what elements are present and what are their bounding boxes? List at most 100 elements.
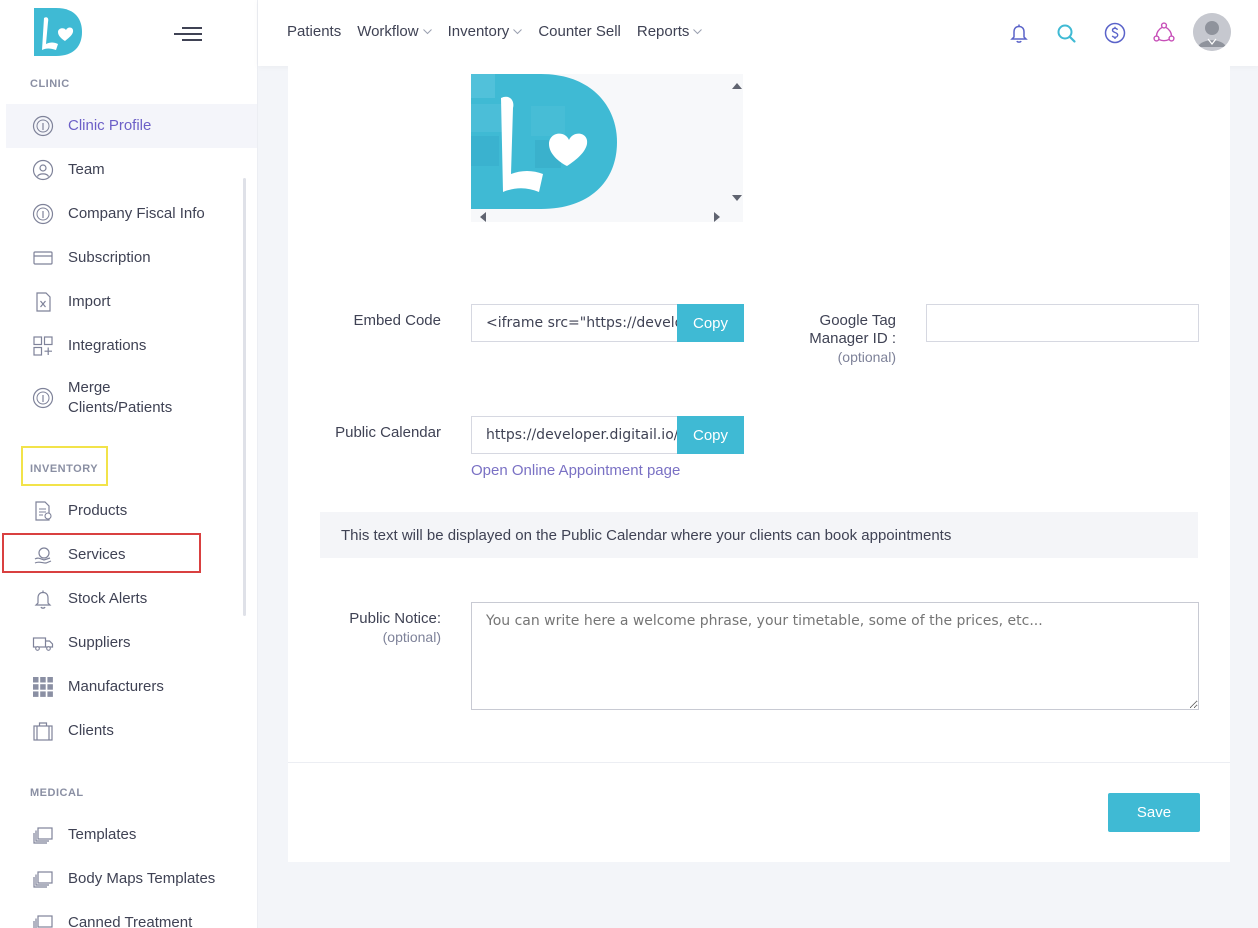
sidebar-item-label: Clients [68, 722, 114, 739]
top-bar: Patients Workflow Inventory Counter Sell… [258, 0, 1258, 66]
credit-card-icon [32, 247, 54, 269]
sidebar-item-clients[interactable]: Clients [6, 709, 257, 753]
clinic-profile-card: Embed Code <iframe src="https://develope… [288, 66, 1230, 862]
public-calendar-label: Public Calendar [335, 424, 441, 441]
bell-icon [32, 588, 54, 610]
topnav-inventory[interactable]: Inventory [448, 23, 523, 40]
sidebar: CLINIC Clinic Profile Team Company Fisca… [0, 0, 258, 928]
sidebar-scrollbar[interactable] [243, 178, 246, 616]
section-label-clinic: CLINIC [30, 78, 70, 90]
topnav-patients[interactable]: Patients [287, 23, 341, 40]
copy-embed-code-button[interactable]: Copy [677, 304, 744, 342]
scroll-left-arrow-icon[interactable] [479, 212, 487, 222]
sidebar-item-canned-treatment[interactable]: Canned Treatment [6, 901, 257, 928]
sidebar-item-label: Suppliers [68, 634, 131, 651]
sidebar-item-stock-alerts[interactable]: Stock Alerts [6, 577, 257, 621]
sidebar-item-manufacturers[interactable]: Manufacturers [6, 665, 257, 709]
copy-public-calendar-button[interactable]: Copy [677, 416, 744, 454]
sidebar-item-label: Integrations [68, 337, 147, 354]
file-excel-icon [32, 291, 54, 313]
billing-dollar-icon[interactable] [1103, 21, 1127, 45]
save-button[interactable]: Save [1108, 793, 1200, 832]
logo-preview-frame[interactable] [471, 74, 743, 222]
sidebar-item-suppliers[interactable]: Suppliers [6, 621, 257, 665]
sidebar-item-clinic-profile[interactable]: Clinic Profile [6, 104, 257, 148]
sidebar-item-team[interactable]: Team [6, 148, 257, 192]
sidebar-item-label: Merge Clients/Patients [68, 379, 173, 416]
sidebar-item-label: Subscription [68, 249, 151, 266]
truck-icon [32, 632, 54, 654]
sidebar-item-label: Templates [68, 826, 137, 843]
sidebar-item-label: Team [68, 161, 105, 178]
scroll-down-arrow-icon[interactable] [732, 194, 742, 202]
topnav-counter-sell[interactable]: Counter Sell [538, 23, 621, 40]
gtm-label-line1: Google Tag [819, 312, 896, 329]
sidebar-item-label: Stock Alerts [68, 590, 148, 607]
clinic-logo-image [471, 74, 617, 209]
topnav-label: Workflow [357, 23, 419, 40]
gtm-label: Google Tag Manager ID : (optional) [768, 312, 896, 366]
topnav-label: Counter Sell [538, 23, 621, 40]
sidebar-item-label: Clinic Profile [68, 117, 152, 134]
embed-code-input[interactable]: <iframe src="https://develope [471, 304, 677, 342]
sidebar-item-subscription[interactable]: Subscription [6, 236, 257, 280]
notifications-bell-icon[interactable] [1007, 21, 1031, 45]
services-highlight-box [2, 533, 201, 573]
public-calendar-input[interactable]: https://developer.digitail.io/cli [471, 416, 677, 454]
gtm-id-input[interactable] [926, 304, 1199, 342]
topnav-workflow[interactable]: Workflow [357, 23, 432, 40]
sidebar-item-label: Manufacturers [68, 678, 164, 695]
top-navigation: Patients Workflow Inventory Counter Sell… [287, 23, 703, 40]
menu-toggle-icon[interactable] [174, 24, 202, 44]
sidebar-item-label: Company Fiscal Info [68, 205, 205, 222]
sidebar-item-company-fiscal-info[interactable]: Company Fiscal Info [6, 192, 257, 236]
public-notice-label: Public Notice: (optional) [318, 610, 441, 646]
chevron-down-icon [693, 28, 703, 34]
inventory-highlight-box [21, 446, 108, 486]
scroll-right-arrow-icon[interactable] [713, 212, 721, 222]
sidebar-item-label: Products [68, 502, 128, 519]
info-circle-icon [32, 203, 54, 225]
sidebar-item-import[interactable]: Import [6, 280, 257, 324]
sidebar-item-label: Body Maps Templates [68, 870, 216, 887]
grid-plus-icon [32, 335, 54, 357]
public-notice-label-text: Public Notice: [349, 610, 441, 627]
user-avatar[interactable] [1193, 13, 1231, 51]
sidebar-item-label: Import [68, 293, 111, 310]
topnav-reports[interactable]: Reports [637, 23, 703, 40]
sidebar-item-label: Canned Treatment [68, 914, 193, 928]
sidebar-item-body-maps-templates[interactable]: Body Maps Templates [6, 857, 257, 901]
chevron-down-icon [513, 28, 523, 34]
info-circle-icon [32, 387, 54, 409]
gtm-label-line2: Manager ID : [809, 330, 896, 347]
grid-icon [32, 676, 54, 698]
share-network-icon[interactable] [1152, 21, 1176, 45]
public-notice-textarea[interactable] [471, 602, 1199, 710]
briefcase-icon [32, 720, 54, 742]
app-logo-icon[interactable] [32, 6, 84, 58]
open-online-appointment-link[interactable]: Open Online Appointment page [471, 462, 680, 479]
stack-icon [32, 912, 54, 928]
user-circle-icon [32, 159, 54, 181]
topnav-label: Reports [636, 23, 690, 40]
scroll-up-arrow-icon[interactable] [732, 82, 742, 90]
topnav-label: Patients [287, 23, 342, 40]
public-notice-optional-label: (optional) [382, 629, 441, 645]
search-icon[interactable] [1054, 21, 1078, 45]
public-calendar-info: This text will be displayed on the Publi… [320, 512, 1198, 558]
topnav-label: Inventory [447, 23, 510, 40]
gtm-optional-label: (optional) [837, 349, 896, 365]
section-label-medical: MEDICAL [30, 787, 84, 799]
info-circle-icon [32, 115, 54, 137]
stack-icon [32, 868, 54, 890]
embed-code-group: <iframe src="https://develope Copy [471, 304, 744, 342]
info-text: This text will be displayed on the Publi… [341, 526, 952, 544]
public-calendar-group: https://developer.digitail.io/cli Copy [471, 416, 744, 454]
sidebar-item-products[interactable]: Products [6, 489, 257, 533]
sidebar-item-integrations[interactable]: Integrations [6, 324, 257, 368]
card-divider [288, 762, 1230, 763]
chevron-down-icon [422, 28, 432, 34]
sidebar-item-merge-clients-patients[interactable]: Merge Clients/Patients [6, 368, 257, 428]
stack-icon [32, 824, 54, 846]
sidebar-item-templates[interactable]: Templates [6, 813, 257, 857]
